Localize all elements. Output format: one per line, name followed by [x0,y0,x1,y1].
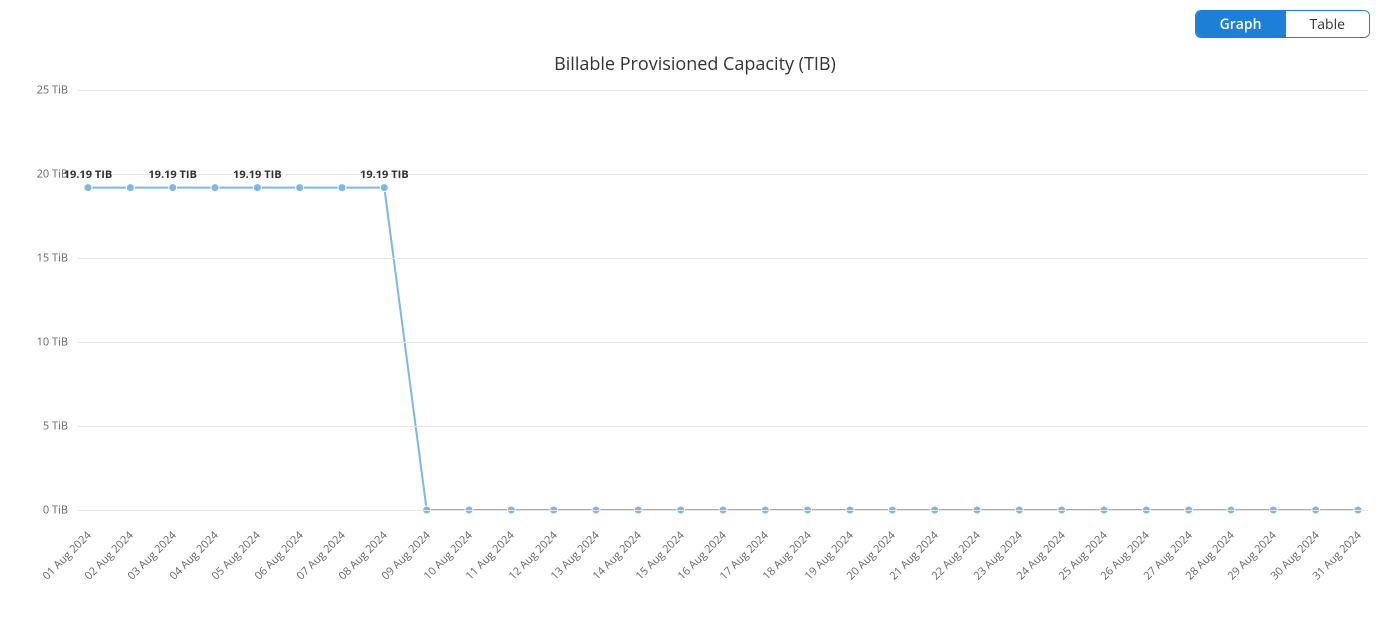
data-point[interactable] [338,184,346,192]
data-point[interactable] [84,184,92,192]
gridline [78,90,1368,91]
data-point[interactable] [169,184,177,192]
data-point[interactable] [296,184,304,192]
line-series [78,90,1368,510]
gridline [78,510,1368,511]
chart-plot-area[interactable]: 0 TiB5 TiB10 TiB15 TiB20 TiB25 TiB01 Aug… [78,90,1368,510]
data-point[interactable] [211,184,219,192]
view-toggle: Graph Table [1195,10,1370,38]
table-toggle-button[interactable]: Table [1286,11,1369,37]
y-tick-label: 5 TiB [8,419,68,434]
graph-toggle-button[interactable]: Graph [1196,11,1286,37]
y-tick-label: 20 TiB [8,167,68,182]
data-point[interactable] [126,184,134,192]
y-tick-label: 15 TiB [8,251,68,266]
data-label: 19.19 TIB [233,167,282,182]
chart-container: Graph Table Billable Provisioned Capacit… [0,0,1390,619]
gridline [78,342,1368,343]
data-label: 19.19 TIB [148,167,197,182]
y-tick-label: 0 TiB [8,503,68,518]
gridline [78,426,1368,427]
line-path [88,188,1358,510]
gridline [78,258,1368,259]
data-label: 19.19 TIB [360,167,409,182]
y-tick-label: 25 TiB [8,83,68,98]
data-label: 19.19 TIB [64,167,113,182]
chart-title: Billable Provisioned Capacity (TIB) [0,52,1390,76]
y-tick-label: 10 TiB [8,335,68,350]
data-point[interactable] [380,184,388,192]
data-point[interactable] [253,184,261,192]
